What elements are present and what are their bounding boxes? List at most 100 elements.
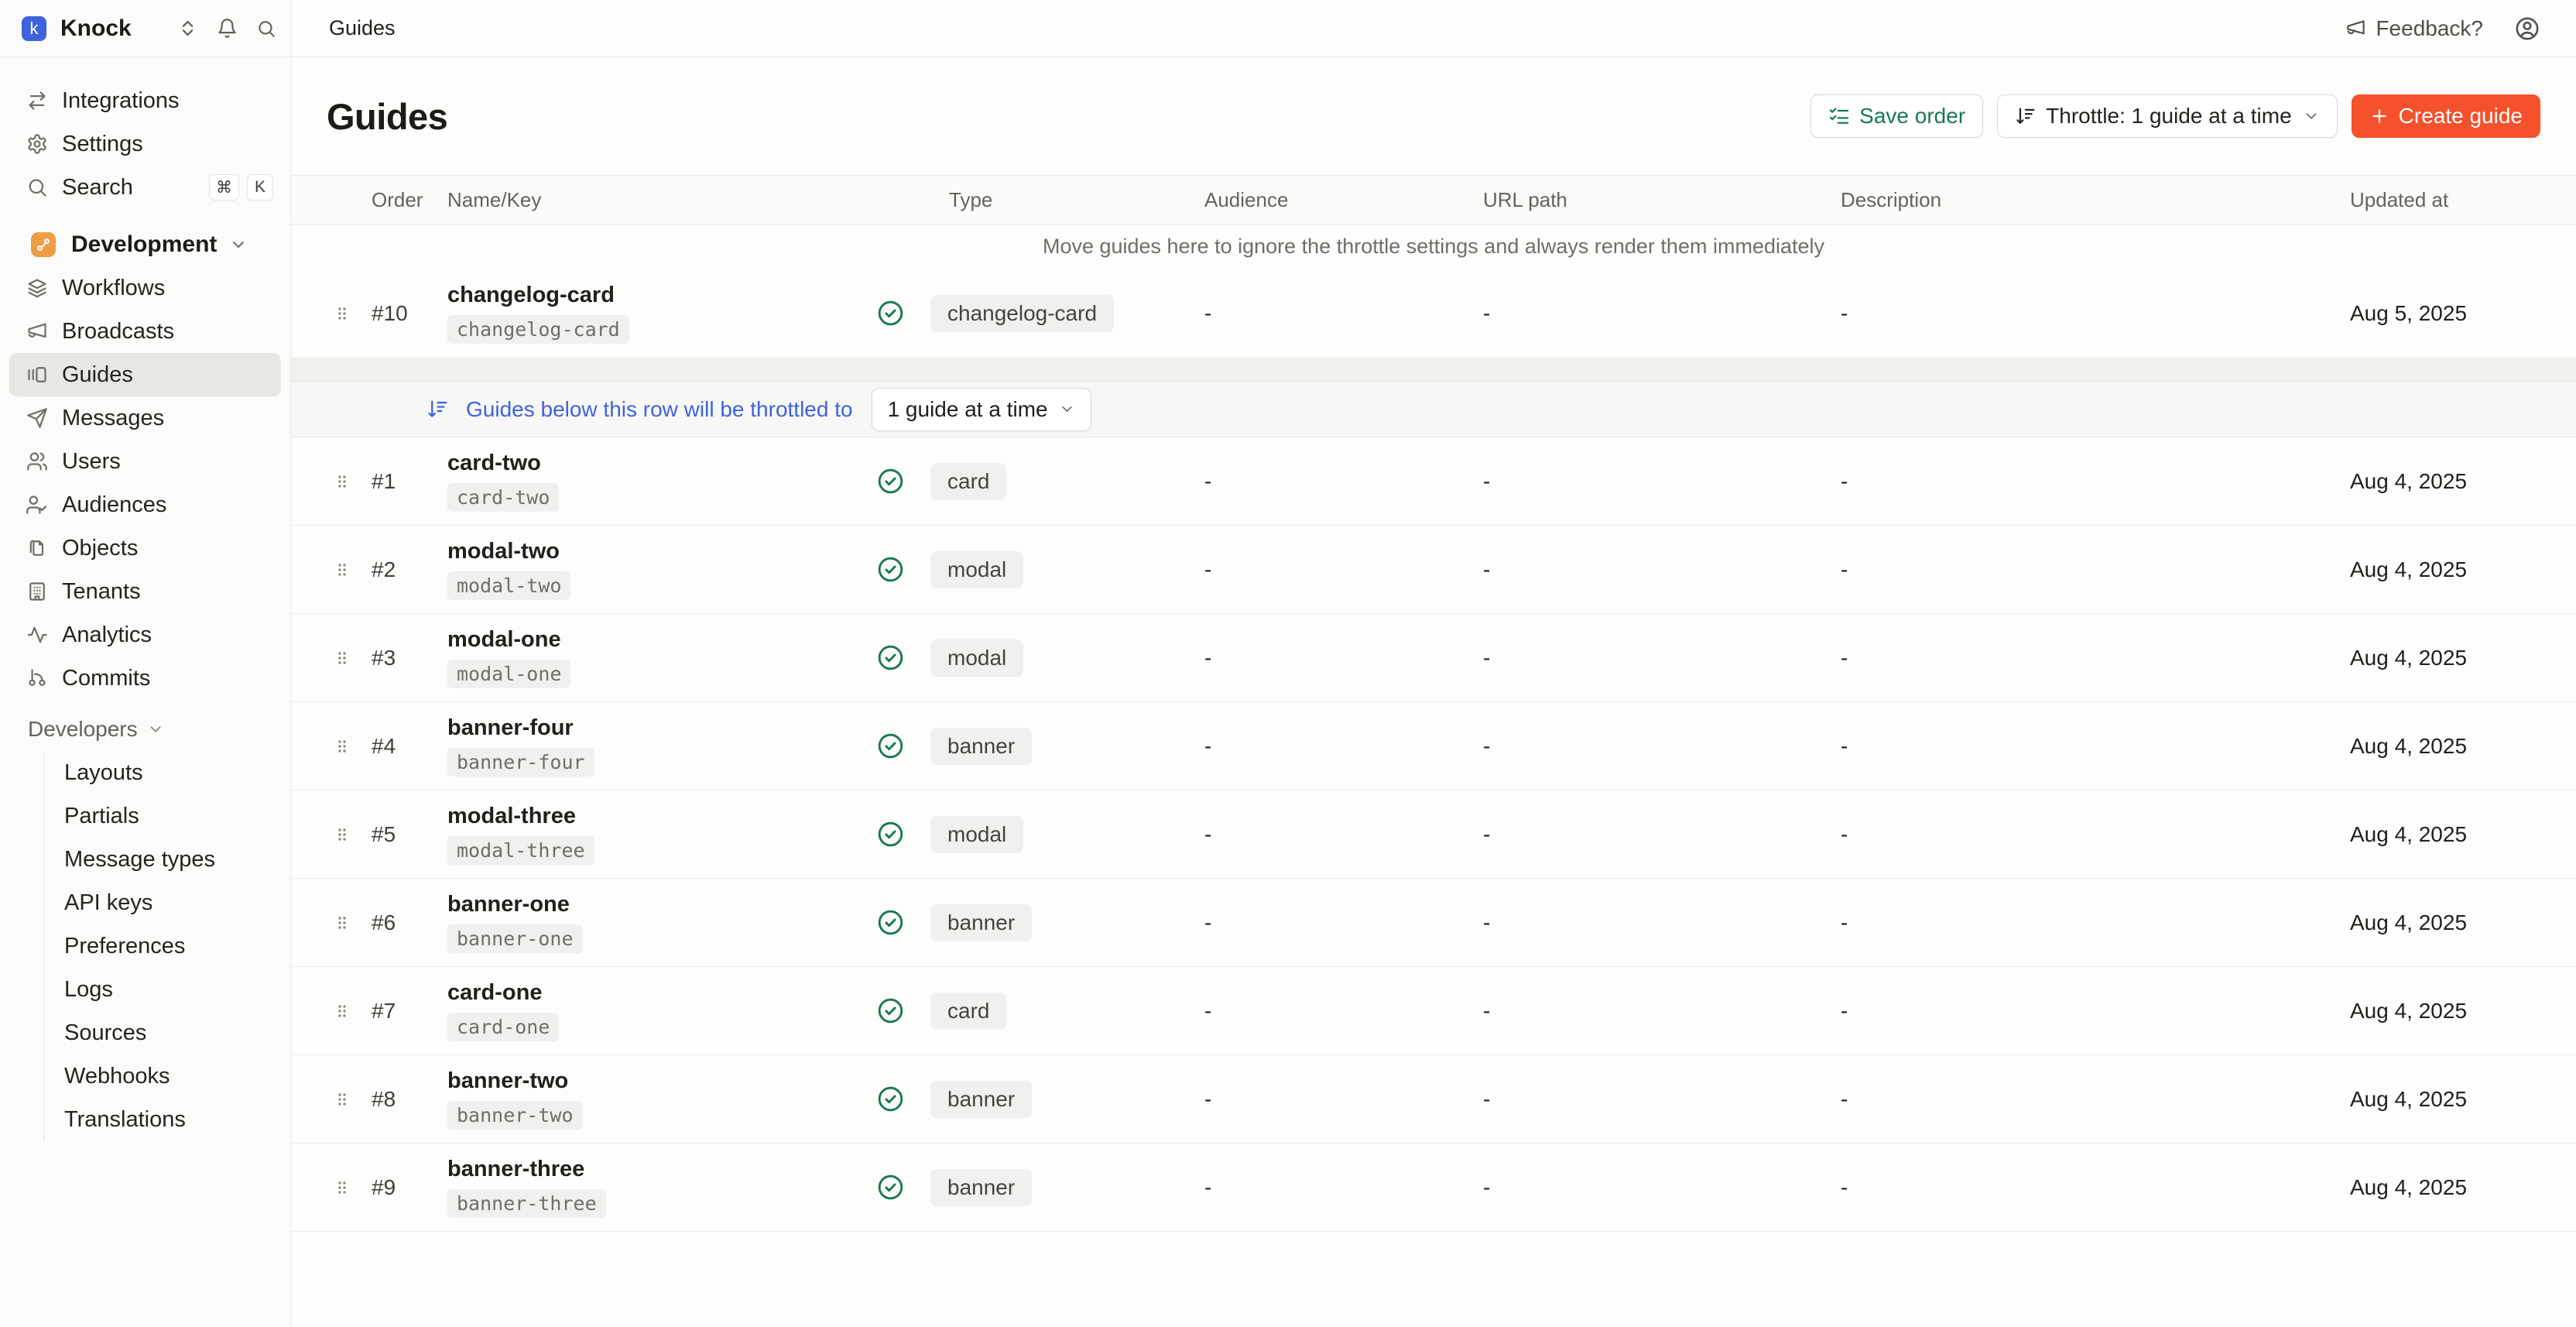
sidebar-item-settings[interactable]: Settings	[9, 122, 281, 166]
feedback-button[interactable]: Feedback?	[2345, 16, 2483, 41]
row-description: -	[1827, 910, 2341, 935]
row-url-path: -	[1474, 646, 1827, 670]
sidebar-sub-item[interactable]: Sources	[44, 1011, 281, 1054]
row-description: -	[1827, 469, 2341, 494]
sidebar-item-broadcasts[interactable]: Broadcasts	[9, 310, 281, 353]
sidebar-item-search[interactable]: Search ⌘ K	[9, 166, 281, 209]
sidebar-item-label: Messages	[62, 406, 164, 431]
table-row[interactable]: #8 banner-two banner-two banner - - - Au…	[291, 1055, 2576, 1144]
sidebar-sub-item[interactable]: Webhooks	[44, 1054, 281, 1098]
table-row[interactable]: #2 modal-two modal-two modal - - - Aug 4…	[291, 526, 2576, 614]
sidebar-item-integrations[interactable]: Integrations	[9, 79, 281, 122]
throttle-divider-label: Guides below this row will be throttled …	[466, 397, 853, 422]
table-row[interactable]: #9 banner-three banner-three banner - - …	[291, 1144, 2576, 1232]
developers-section-toggle[interactable]: Developers	[9, 708, 281, 751]
row-description: -	[1827, 1087, 2341, 1112]
environment-name: Development	[71, 231, 217, 258]
sidebar-sub-item[interactable]: Message types	[44, 838, 281, 881]
guide-key-badge: modal-three	[447, 836, 594, 865]
section-gap	[291, 358, 2576, 382]
guide-key-badge: modal-two	[447, 571, 570, 600]
row-audience: -	[1195, 822, 1474, 847]
guide-name: modal-three	[447, 804, 576, 829]
row-audience: -	[1195, 999, 1474, 1024]
guide-key-badge: card-two	[447, 483, 559, 512]
sidebar-item-label: Integrations	[62, 88, 180, 114]
sidebar: k Knock Integrations Settings Search	[0, 0, 291, 1327]
avatar[interactable]	[2514, 15, 2540, 42]
breadcrumb[interactable]: Guides	[329, 16, 396, 40]
type-badge: modal	[930, 639, 1023, 677]
table-row[interactable]: #10 changelog-card changelog-card change…	[291, 269, 2576, 358]
guide-key-badge: changelog-card	[447, 315, 629, 344]
row-updated-at: Aug 4, 2025	[2341, 646, 2576, 670]
drag-handle-icon[interactable]	[325, 471, 362, 492]
table-row[interactable]: #5 modal-three modal-three modal - - - A…	[291, 790, 2576, 879]
drag-handle-icon[interactable]	[325, 736, 362, 757]
sort-descending-icon	[2015, 105, 2036, 127]
panels-icon	[26, 364, 48, 386]
k-key-badge: K	[247, 174, 273, 201]
guide-name: banner-two	[447, 1068, 568, 1094]
row-updated-at: Aug 4, 2025	[2341, 999, 2576, 1024]
table-row[interactable]: #7 card-one card-one card - - - Aug 4, 2…	[291, 967, 2576, 1055]
sidebar-item-guides[interactable]: Guides	[9, 353, 281, 396]
row-updated-at: Aug 4, 2025	[2341, 1087, 2576, 1112]
megaphone-icon	[26, 321, 48, 342]
active-check-icon	[861, 467, 920, 495]
sidebar-item-commits[interactable]: Commits	[9, 657, 281, 700]
workspace-name: Knock	[60, 15, 132, 42]
row-order: #3	[362, 646, 447, 670]
environment-switcher[interactable]: Development	[9, 223, 281, 266]
sidebar-sub-item[interactable]: Partials	[44, 794, 281, 838]
sidebar-item-analytics[interactable]: Analytics	[9, 613, 281, 657]
notifications-bell-icon[interactable]	[217, 18, 238, 39]
sidebar-sub-item[interactable]: Translations	[44, 1098, 281, 1141]
throttle-amount-dropdown[interactable]: 1 guide at a time	[872, 388, 1091, 431]
guide-key-badge: card-one	[447, 1013, 559, 1041]
sidebar-item-label: Guides	[62, 362, 133, 388]
sidebar-item-workflows[interactable]: Workflows	[9, 266, 281, 310]
throttle-amount-value: 1 guide at a time	[888, 397, 1048, 422]
create-guide-button[interactable]: Create guide	[2352, 94, 2540, 138]
guide-name: changelog-card	[447, 283, 615, 308]
sidebar-item-messages[interactable]: Messages	[9, 396, 281, 440]
sidebar-item-audiences[interactable]: Audiences	[9, 483, 281, 526]
drag-handle-icon[interactable]	[325, 824, 362, 845]
guide-key-badge: banner-three	[447, 1189, 606, 1218]
sidebar-item-label: Commits	[62, 666, 150, 691]
table-row[interactable]: #1 card-two card-two card - - - Aug 4, 2…	[291, 437, 2576, 526]
drag-handle-icon[interactable]	[325, 647, 362, 669]
table-row[interactable]: #3 modal-one modal-one modal - - - Aug 4…	[291, 614, 2576, 702]
sidebar-sub-item-label: Preferences	[64, 934, 185, 959]
guide-name: card-one	[447, 980, 542, 1006]
sidebar-item-label: Settings	[62, 132, 143, 157]
sidebar-item-users[interactable]: Users	[9, 440, 281, 483]
drag-handle-icon[interactable]	[325, 1177, 362, 1198]
table-row[interactable]: #6 banner-one banner-one banner - - - Au…	[291, 879, 2576, 967]
search-icon[interactable]	[256, 19, 276, 39]
sidebar-sub-item[interactable]: Layouts	[44, 751, 281, 794]
sidebar-sub-item[interactable]: API keys	[44, 881, 281, 924]
drag-handle-icon[interactable]	[325, 1089, 362, 1110]
sidebar-sub-item[interactable]: Preferences	[44, 924, 281, 968]
row-url-path: -	[1474, 557, 1827, 582]
sidebar-item-tenants[interactable]: Tenants	[9, 570, 281, 613]
throttle-dropdown-button[interactable]: Throttle: 1 guide at a time	[1997, 94, 2338, 138]
drag-handle-icon[interactable]	[325, 303, 362, 324]
workspace-selector-icon[interactable]	[177, 18, 198, 39]
megaphone-icon	[2345, 18, 2366, 39]
sidebar-item-objects[interactable]: Objects	[9, 526, 281, 570]
row-description: -	[1827, 999, 2341, 1024]
sidebar-sub-item[interactable]: Logs	[44, 968, 281, 1011]
active-check-icon	[861, 555, 920, 584]
sidebar-nav: Integrations Settings Search ⌘ K Develop…	[0, 57, 290, 1141]
row-audience: -	[1195, 734, 1474, 759]
drag-handle-icon[interactable]	[325, 912, 362, 934]
save-order-button[interactable]: Save order	[1810, 94, 1983, 138]
drag-handle-icon[interactable]	[325, 559, 362, 581]
row-order: #1	[362, 469, 447, 494]
main-content: Guides Feedback? Guides Save order	[291, 0, 2576, 1327]
drag-handle-icon[interactable]	[325, 1000, 362, 1022]
table-row[interactable]: #4 banner-four banner-four banner - - - …	[291, 702, 2576, 790]
